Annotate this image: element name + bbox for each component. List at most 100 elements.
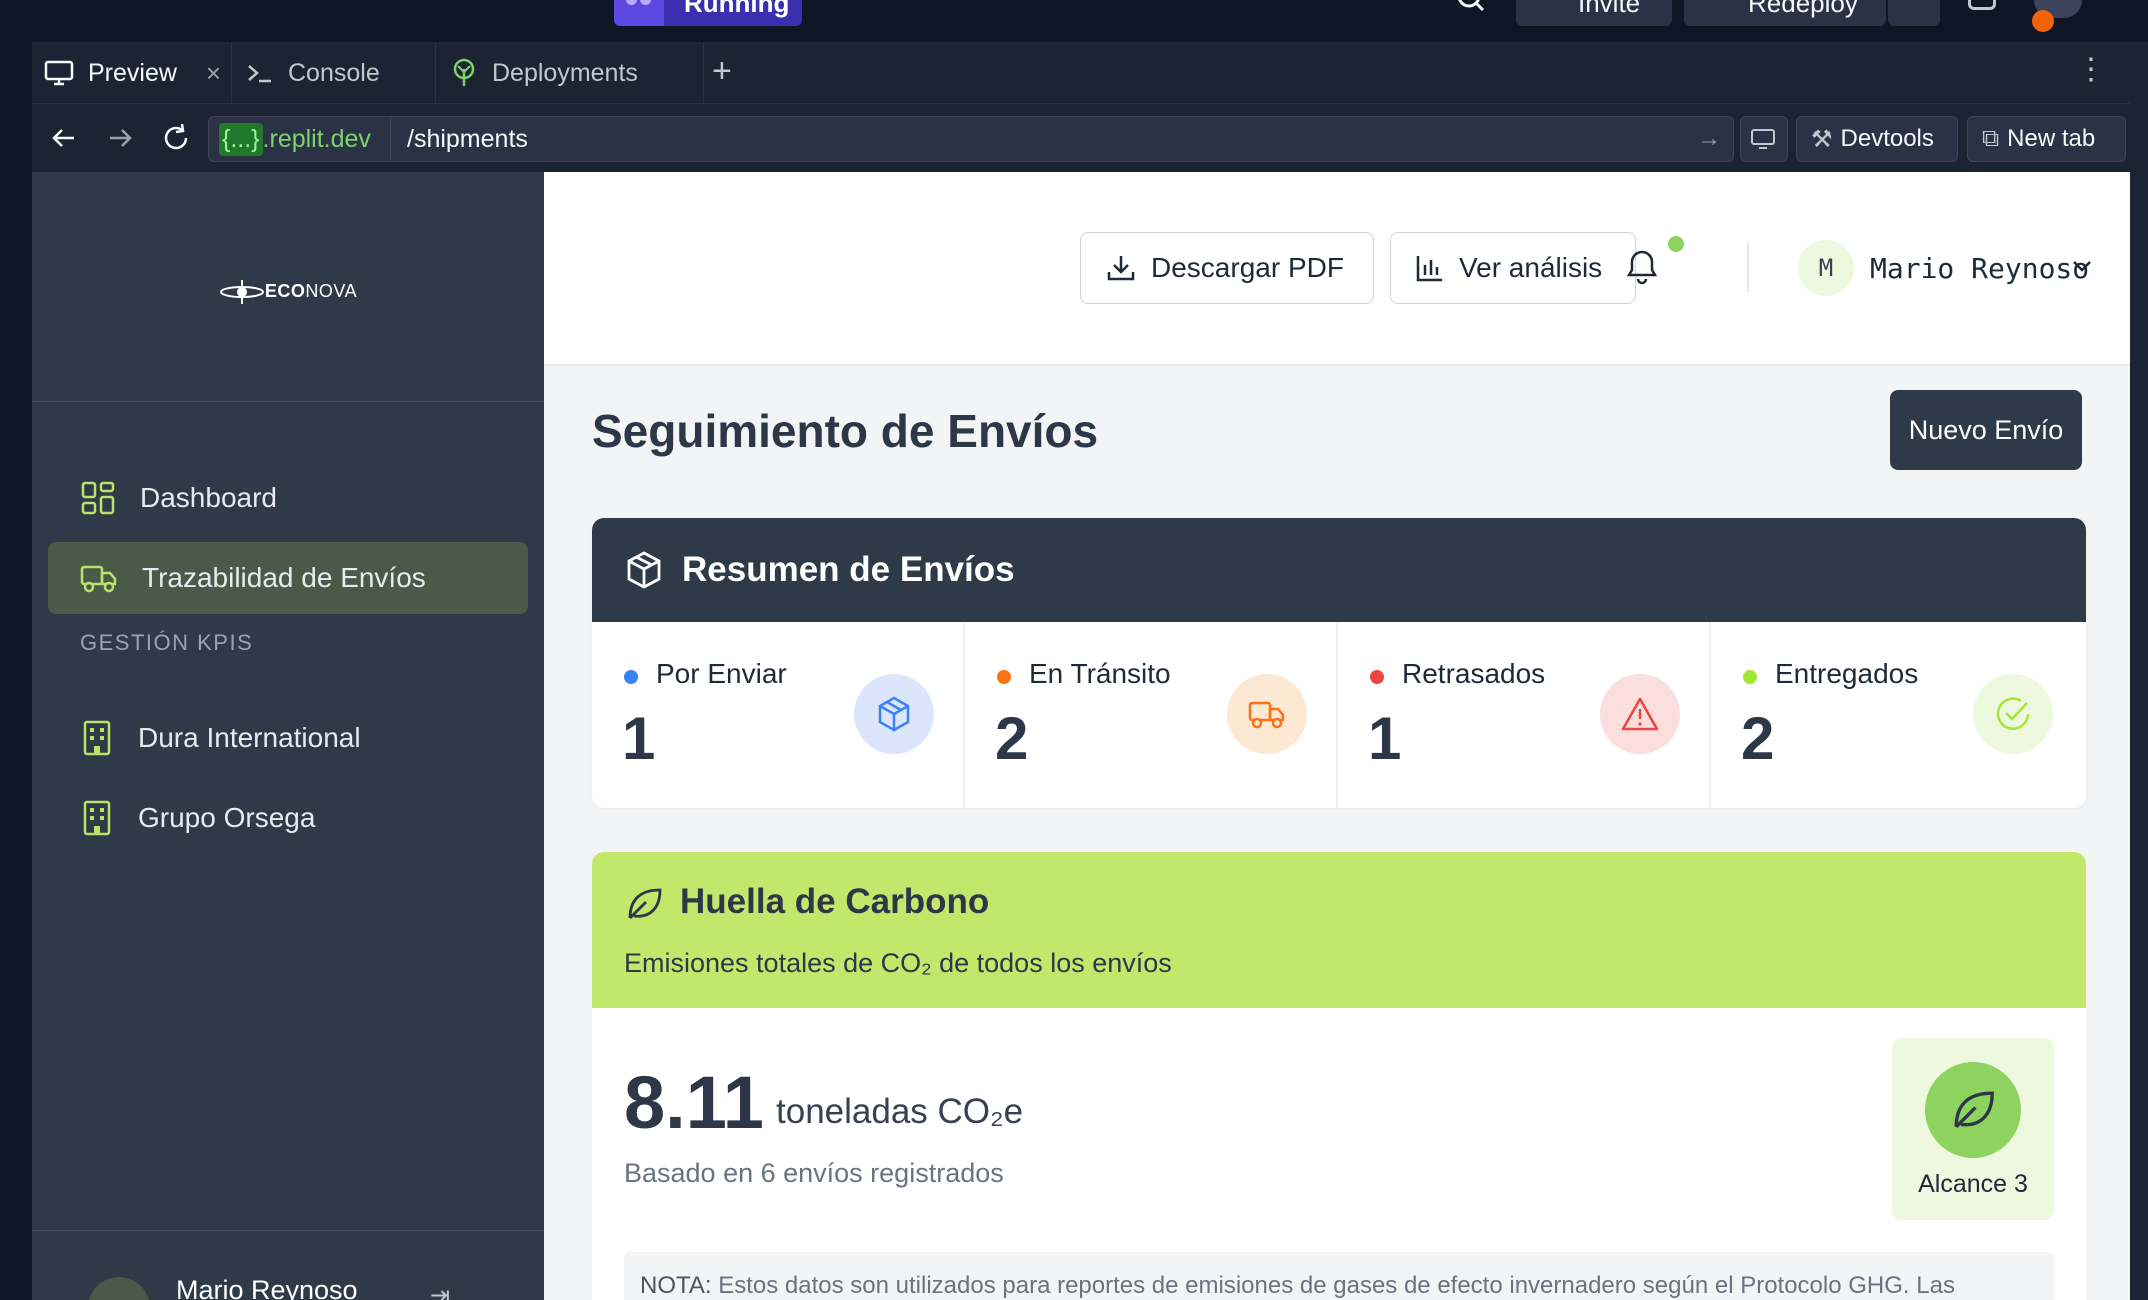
building-icon bbox=[83, 800, 111, 836]
reload-icon[interactable] bbox=[158, 120, 194, 156]
view-analysis-button[interactable]: Ver análisis bbox=[1390, 232, 1636, 304]
tab-console[interactable]: Console bbox=[232, 42, 436, 104]
package-icon bbox=[854, 674, 934, 754]
new-shipment-button[interactable]: Nuevo Envío bbox=[1890, 390, 2082, 470]
screen-size-button[interactable] bbox=[1740, 116, 1788, 162]
tab-preview-label: Preview bbox=[88, 58, 177, 87]
brand-rest: NOVA bbox=[305, 281, 358, 301]
carbon-unit: toneladas CO₂e bbox=[776, 1092, 1024, 1131]
sidebar-item-label: Dura International bbox=[138, 722, 361, 753]
pane-tabs: Preview × Console Deployments + ⋮ bbox=[32, 42, 2130, 104]
avatar[interactable] bbox=[88, 1277, 150, 1300]
sidebar-item-grupo-orsega[interactable]: Grupo Orsega bbox=[48, 782, 528, 854]
stat-label: Por Enviar bbox=[656, 658, 787, 689]
replit-logo-icon bbox=[614, 0, 664, 26]
download-icon bbox=[1107, 256, 1135, 281]
scope-label: Alcance 3 bbox=[1918, 1170, 2028, 1198]
preview-pane: Preview × Console Deployments + ⋮ {...} … bbox=[32, 42, 2130, 1300]
tab-deployments[interactable]: Deployments bbox=[436, 42, 704, 104]
summary-header: Resumen de Envíos bbox=[592, 518, 2086, 622]
app-viewport: ECO NOVA Dashboard Trazabilidad de Envíos… bbox=[32, 172, 2130, 1300]
sidebar-item-dura-international[interactable]: Dura International bbox=[48, 702, 528, 774]
status-dot bbox=[1743, 670, 1757, 684]
download-pdf-button[interactable]: Descargar PDF bbox=[1080, 232, 1374, 304]
stat-label: Entregados bbox=[1775, 658, 1919, 689]
url-field[interactable]: {...} .replit.dev /shipments → bbox=[208, 116, 1734, 162]
stat-pending[interactable]: Por Enviar 1 bbox=[592, 622, 965, 808]
stat-delayed[interactable]: Retrasados 1 bbox=[1338, 622, 1711, 808]
stat-in-transit[interactable]: En Tránsito 2 bbox=[965, 622, 1338, 808]
carbon-basis: Basado en 6 envíos registrados bbox=[624, 1158, 1004, 1188]
replit-topbar: Running Invite Redeploy bbox=[0, 0, 2148, 42]
header-divider bbox=[1747, 242, 1749, 292]
alert-triangle-icon bbox=[1600, 674, 1680, 754]
bar-chart-icon bbox=[1416, 256, 1442, 282]
shipment-summary-card: Resumen de Envíos Por Enviar 1 En Tránsi… bbox=[592, 518, 2086, 808]
browser-bar: {...} .replit.dev /shipments → ⚒ Devtool… bbox=[32, 104, 2130, 200]
logout-icon[interactable]: ⇥ bbox=[430, 1281, 450, 1300]
bell-icon[interactable] bbox=[1624, 248, 1660, 286]
carbon-footprint-card: Huella de Carbono Emisiones totales de C… bbox=[592, 852, 2086, 1300]
stat-label: Retrasados bbox=[1402, 658, 1546, 689]
status-dot bbox=[1370, 670, 1384, 684]
wrench-icon: ⚒ bbox=[1811, 125, 1833, 153]
stat-label: En Tránsito bbox=[1029, 658, 1171, 689]
stat-value: 2 bbox=[995, 705, 1029, 772]
user-name[interactable]: Mario Reynoso bbox=[1870, 252, 2089, 285]
main-content: Descargar PDF Ver análisis M Mario Reyno… bbox=[544, 172, 2130, 1300]
search-icon[interactable] bbox=[1456, 0, 1486, 14]
app-header: Descargar PDF Ver análisis M Mario Reyno… bbox=[544, 172, 2130, 366]
view-analysis-label: Ver análisis bbox=[1459, 252, 1603, 283]
bell-icon[interactable] bbox=[1968, 0, 1996, 10]
stat-value: 1 bbox=[622, 705, 656, 772]
sidebar-item-label: Grupo Orsega bbox=[138, 802, 316, 833]
invite-label: Invite bbox=[1578, 0, 1641, 18]
stat-value: 1 bbox=[1368, 705, 1402, 772]
tab-deployments-label: Deployments bbox=[492, 58, 638, 87]
download-pdf-label: Descargar PDF bbox=[1151, 252, 1344, 283]
monitor-icon bbox=[44, 60, 74, 86]
status-dot bbox=[624, 670, 638, 684]
scope-badge: Alcance 3 bbox=[1892, 1038, 2054, 1220]
carbon-header: Huella de Carbono Emisiones totales de C… bbox=[592, 852, 2086, 1008]
sidebar-item-label: Dashboard bbox=[140, 482, 277, 513]
new-tab-label: New tab bbox=[2007, 125, 2096, 152]
sidebar-item-shipments[interactable]: Trazabilidad de Envíos bbox=[48, 542, 528, 614]
truck-icon bbox=[1227, 674, 1307, 754]
run-status-button[interactable]: Running bbox=[614, 0, 802, 26]
notification-dot-icon bbox=[2032, 10, 2054, 32]
deploy-icon bbox=[453, 58, 475, 86]
tab-preview[interactable]: Preview × bbox=[32, 42, 232, 104]
url-path: /shipments bbox=[407, 125, 528, 153]
back-icon[interactable] bbox=[46, 120, 82, 156]
carbon-title: Huella de Carbono bbox=[680, 882, 990, 921]
avatar[interactable]: M bbox=[1798, 240, 1854, 296]
close-icon[interactable]: × bbox=[206, 58, 221, 89]
page-title: Seguimiento de Envíos bbox=[592, 405, 1099, 457]
devtools-button[interactable]: ⚒ Devtools bbox=[1796, 116, 1958, 162]
sidebar: ECO NOVA Dashboard Trazabilidad de Envíos… bbox=[32, 172, 544, 1300]
package-icon bbox=[627, 551, 661, 589]
new-tab-button[interactable]: ⧉ New tab bbox=[1967, 116, 2126, 162]
truck-icon bbox=[80, 565, 117, 593]
url-host-domain: .replit.dev bbox=[262, 124, 371, 153]
screen-icon bbox=[1751, 129, 1775, 149]
redeploy-label: Redeploy bbox=[1748, 0, 1858, 18]
leaf-icon bbox=[628, 888, 662, 919]
url-host-prefix: {...} bbox=[219, 122, 263, 156]
stat-delivered[interactable]: Entregados 2 bbox=[1711, 622, 2086, 808]
layout-icon[interactable] bbox=[1888, 0, 1940, 26]
sidebar-user-name: Mario Reynoso bbox=[176, 1275, 358, 1300]
devtools-label: Devtools bbox=[1840, 125, 1934, 152]
stat-value: 2 bbox=[1741, 705, 1775, 772]
more-vertical-icon[interactable]: ⋮ bbox=[2076, 52, 2106, 87]
redeploy-button[interactable]: Redeploy bbox=[1684, 0, 1886, 26]
note-text: Estos datos son utilizados para reportes… bbox=[718, 1272, 1955, 1299]
chevron-down-icon[interactable] bbox=[2070, 256, 2094, 276]
forward-icon[interactable] bbox=[102, 120, 138, 156]
notification-dot-icon bbox=[1668, 236, 1684, 252]
invite-button[interactable]: Invite bbox=[1516, 0, 1672, 26]
sidebar-item-dashboard[interactable]: Dashboard bbox=[48, 462, 528, 534]
go-arrow-icon[interactable]: → bbox=[1697, 125, 1721, 153]
add-tab-icon[interactable]: + bbox=[712, 52, 732, 91]
